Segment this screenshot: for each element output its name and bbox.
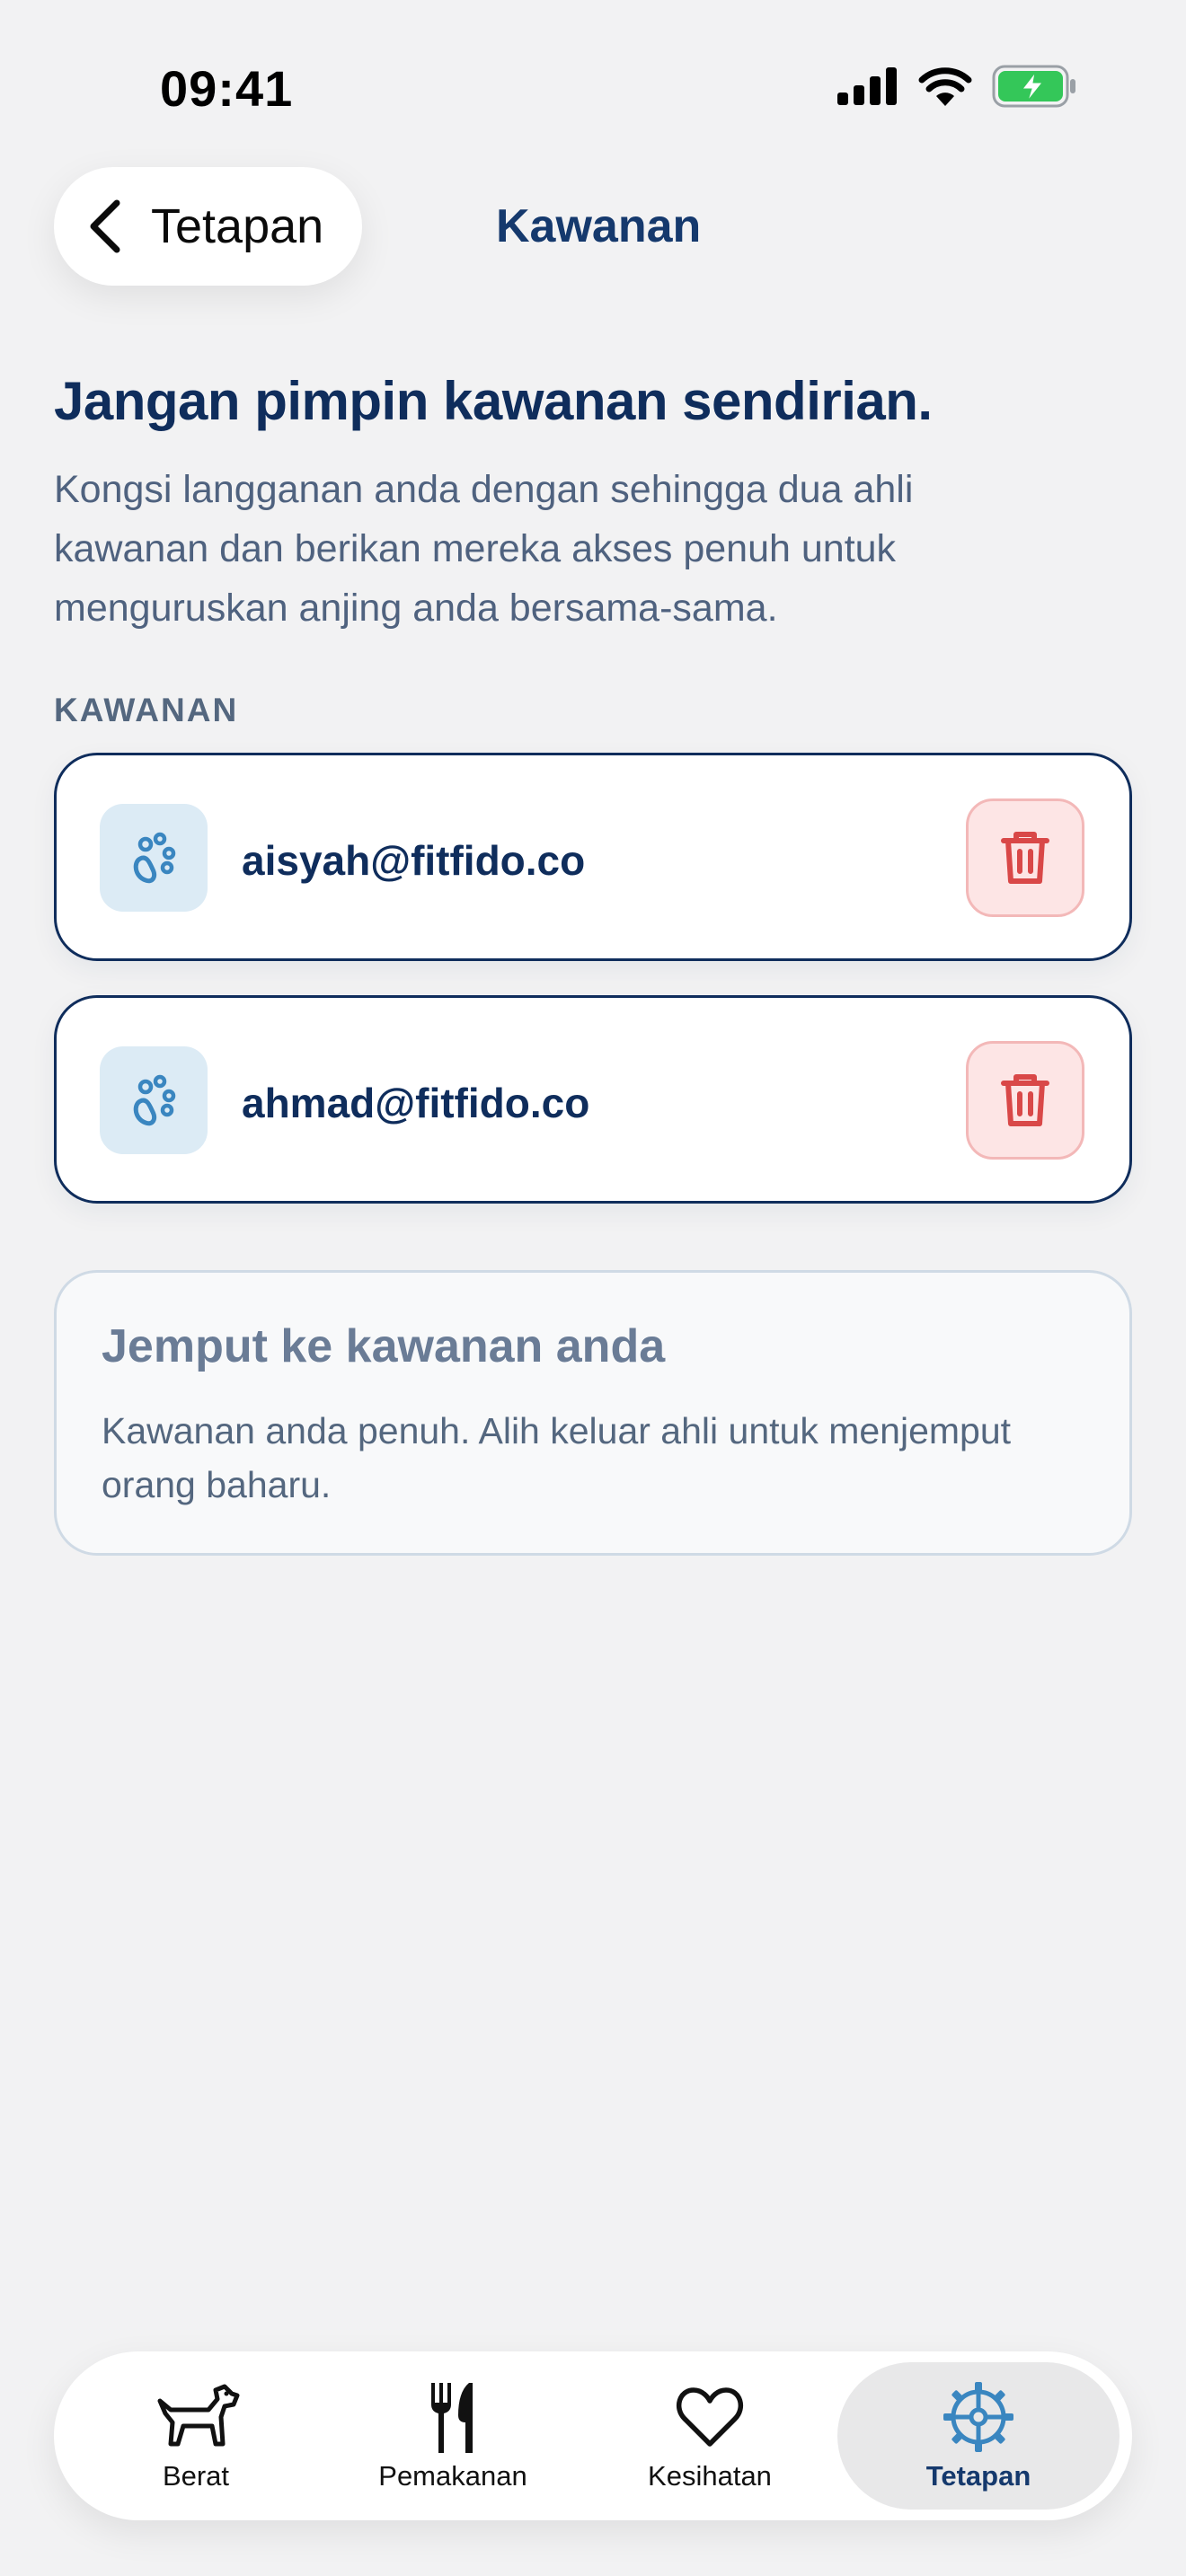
back-button-label: Tetapan [151, 199, 324, 253]
tab-label: Kesihatan [648, 2460, 772, 2492]
paw-icon [133, 832, 176, 884]
member-avatar [100, 804, 208, 912]
tab-label: Pemakanan [378, 2460, 527, 2492]
cellular-signal-icon [837, 67, 897, 105]
paw-icon [133, 1074, 176, 1126]
tab-pemakanan[interactable]: Pemakanan [323, 2351, 582, 2520]
status-time: 09:41 [160, 60, 294, 117]
tab-label: Tetapan [925, 2460, 1031, 2492]
status-icons [837, 65, 1078, 108]
chevron-left-icon [90, 199, 120, 253]
dog-icon [157, 2384, 240, 2447]
invite-title: Jemput ke kawanan anda [102, 1320, 666, 1372]
delete-member-button[interactable] [966, 1041, 1084, 1160]
member-email: ahmad@fitfido.co [242, 1080, 590, 1126]
trash-icon [1001, 832, 1049, 884]
invite-card: Jemput ke kawanan anda Kawanan anda penu… [54, 1270, 1132, 1556]
gear-icon [943, 2382, 1013, 2452]
member-card: ahmad@fitfido.co [54, 995, 1132, 1204]
invite-description: Kawanan anda penuh. Alih keluar ahli unt… [102, 1410, 1012, 1505]
wifi-icon [918, 67, 972, 106]
tab-bar: Berat Pemakanan Kesihatan Tetapan [54, 2351, 1132, 2520]
tab-berat[interactable]: Berat [66, 2351, 325, 2520]
heart-icon [676, 2387, 744, 2447]
battery-charging-icon [992, 65, 1075, 108]
delete-member-button[interactable] [966, 798, 1084, 917]
hero-title: Jangan pimpin kawanan sendirian. [54, 371, 933, 431]
back-button[interactable]: Tetapan [54, 167, 362, 286]
page-title: Kawanan [496, 200, 702, 252]
member-avatar [100, 1046, 208, 1154]
section-label: KAWANAN [54, 692, 239, 728]
status-bar: 09:41 [0, 0, 1186, 171]
trash-icon [1001, 1074, 1049, 1126]
member-card: aisyah@fitfido.co [54, 753, 1132, 961]
tab-label: Berat [162, 2460, 230, 2492]
fork-knife-icon [431, 2383, 473, 2453]
tab-tetapan[interactable]: Tetapan [837, 2362, 1120, 2510]
tab-kesihatan[interactable]: Kesihatan [580, 2351, 839, 2520]
hero-description: Kongsi langganan anda dengan sehingga du… [54, 468, 914, 630]
member-email: aisyah@fitfido.co [242, 837, 586, 884]
